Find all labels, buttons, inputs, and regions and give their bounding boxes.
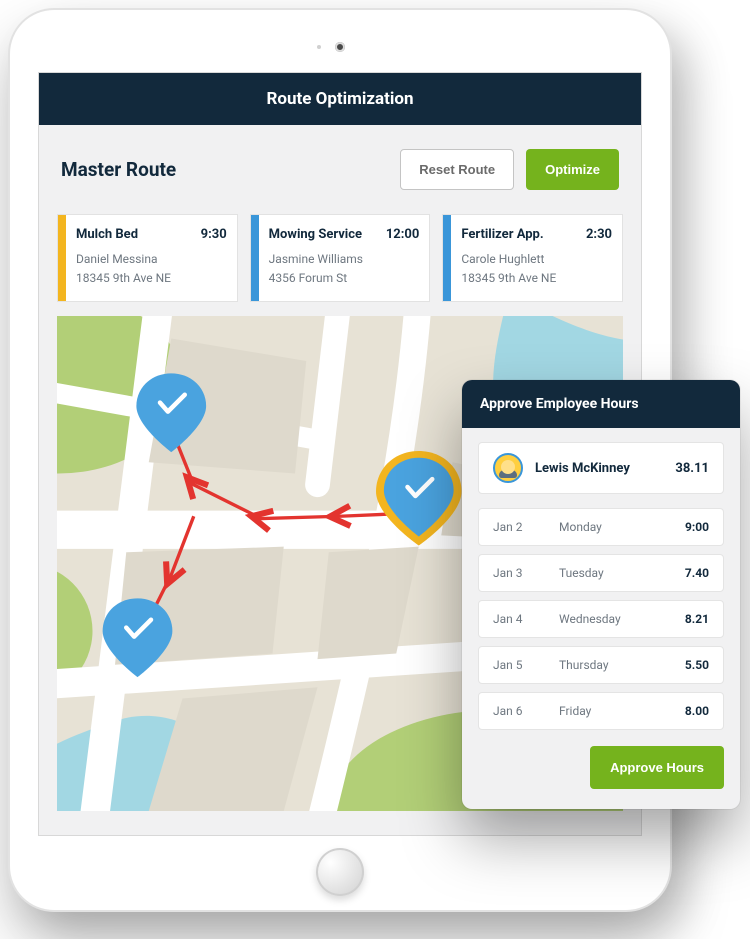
stop-customer: Carole Hughlett	[461, 250, 612, 269]
stop-name: Mowing Service	[269, 227, 362, 242]
day-hours: 7.40	[685, 566, 709, 580]
home-button[interactable]	[316, 848, 364, 896]
stop-time: 2:30	[586, 227, 612, 242]
hours-day-row[interactable]: Jan 3 Tuesday 7.40	[478, 554, 724, 592]
avatar-icon	[493, 453, 523, 483]
stop-address: 18345 9th Ave NE	[76, 269, 227, 288]
stop-address: 18345 9th Ave NE	[461, 269, 612, 288]
optimize-button[interactable]: Optimize	[526, 149, 619, 190]
stop-customer: Daniel Messina	[76, 250, 227, 269]
front-camera-icon	[335, 42, 345, 52]
day-date: Jan 4	[493, 612, 551, 626]
stop-color-bar	[251, 215, 259, 301]
stop-time: 9:30	[201, 227, 227, 242]
panel-title: Approve Employee Hours	[462, 380, 740, 428]
day-hours: 8.21	[685, 612, 709, 626]
day-date: Jan 5	[493, 658, 551, 672]
approve-hours-button[interactable]: Approve Hours	[590, 746, 724, 789]
reset-route-button[interactable]: Reset Route	[400, 149, 514, 190]
employee-summary-row[interactable]: Lewis McKinney 38.11	[478, 442, 724, 494]
route-title: Master Route	[61, 158, 388, 181]
day-name: Wednesday	[559, 612, 677, 626]
employee-name: Lewis McKinney	[535, 461, 663, 476]
route-stop-card[interactable]: Mulch Bed 9:30 Daniel Messina 18345 9th …	[57, 214, 238, 302]
day-hours: 9:00	[685, 520, 709, 534]
day-date: Jan 2	[493, 520, 551, 534]
hours-day-row[interactable]: Jan 5 Thursday 5.50	[478, 646, 724, 684]
stop-time: 12:00	[386, 227, 420, 242]
route-stops-row: Mulch Bed 9:30 Daniel Messina 18345 9th …	[57, 214, 623, 302]
route-title-row: Master Route Reset Route Optimize	[57, 149, 623, 190]
hours-day-row[interactable]: Jan 6 Friday 8.00	[478, 692, 724, 730]
hours-day-row[interactable]: Jan 2 Monday 9:00	[478, 508, 724, 546]
stop-address: 4356 Forum St	[269, 269, 420, 288]
stop-name: Fertilizer App.	[461, 227, 543, 242]
approve-hours-panel: Approve Employee Hours Lewis McKinney 38…	[462, 380, 740, 809]
day-name: Friday	[559, 704, 677, 718]
stop-color-bar	[58, 215, 66, 301]
stop-customer: Jasmine Williams	[269, 250, 420, 269]
hours-day-row[interactable]: Jan 4 Wednesday 8.21	[478, 600, 724, 638]
day-name: Thursday	[559, 658, 677, 672]
app-header: Route Optimization	[39, 73, 641, 125]
day-date: Jan 6	[493, 704, 551, 718]
day-name: Tuesday	[559, 566, 677, 580]
stop-color-bar	[443, 215, 451, 301]
day-hours: 5.50	[685, 658, 709, 672]
route-stop-card[interactable]: Mowing Service 12:00 Jasmine Williams 43…	[250, 214, 431, 302]
employee-total-hours: 38.11	[675, 461, 709, 476]
route-stop-card[interactable]: Fertilizer App. 2:30 Carole Hughlett 183…	[442, 214, 623, 302]
day-name: Monday	[559, 520, 677, 534]
day-date: Jan 3	[493, 566, 551, 580]
day-hours: 8.00	[685, 704, 709, 718]
stop-name: Mulch Bed	[76, 227, 138, 242]
